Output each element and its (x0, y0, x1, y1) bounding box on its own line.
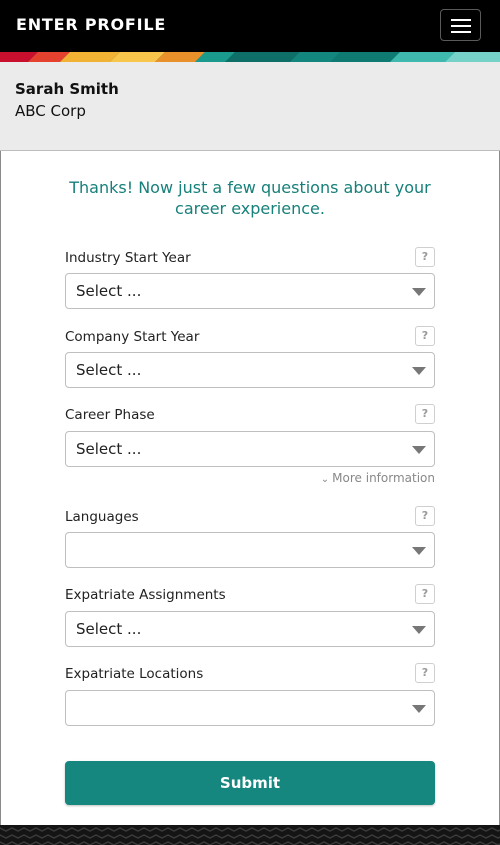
submit-button[interactable]: Submit (65, 761, 435, 805)
footer-pattern (0, 825, 500, 845)
help-icon[interactable]: ? (415, 247, 435, 267)
page-title: ENTER PROFILE (16, 15, 167, 34)
industry-start-year-label: Industry Start Year (65, 250, 191, 266)
help-icon[interactable]: ? (415, 584, 435, 604)
decorative-color-stripe (0, 52, 500, 62)
help-icon[interactable]: ? (415, 506, 435, 526)
industry-start-year-select[interactable]: Select ... (65, 273, 435, 309)
user-name: Sarah Smith (15, 80, 119, 98)
footer-zigzag-line (0, 834, 500, 839)
dropdown-arrow-icon (412, 446, 426, 454)
profile-summary: Sarah Smith ABC Corp (0, 62, 500, 151)
help-icon[interactable]: ? (415, 326, 435, 346)
expatriate-assignments-select[interactable]: Select ... (65, 611, 435, 647)
select-value: Select ... (76, 282, 142, 300)
company-name: ABC Corp (15, 102, 86, 120)
dropdown-arrow-icon (412, 547, 426, 555)
chevron-down-icon: ⌄ (320, 474, 330, 485)
intro-message: Thanks! Now just a few questions about y… (69, 178, 431, 218)
help-icon[interactable]: ? (415, 663, 435, 683)
languages-label: Languages (65, 509, 139, 525)
dropdown-arrow-icon (412, 367, 426, 375)
company-start-year-select[interactable]: Select ... (65, 352, 435, 388)
expatriate-locations-label: Expatriate Locations (65, 666, 204, 682)
languages-select[interactable] (65, 532, 435, 568)
career-phase-label: Career Phase (65, 407, 155, 423)
more-information-label: More information (332, 471, 435, 485)
career-phase-select[interactable]: Select ... (65, 431, 435, 467)
company-start-year-label: Company Start Year (65, 329, 200, 345)
hamburger-menu-icon[interactable] (440, 9, 481, 41)
top-navbar: ENTER PROFILE (0, 0, 500, 52)
help-icon[interactable]: ? (415, 404, 435, 424)
more-information-link[interactable]: ⌄ More information (315, 471, 435, 485)
select-value: Select ... (76, 361, 142, 379)
select-value: Select ... (76, 440, 142, 458)
expatriate-locations-select[interactable] (65, 690, 435, 726)
expatriate-assignments-label: Expatriate Assignments (65, 587, 226, 603)
dropdown-arrow-icon (412, 705, 426, 713)
footer-zigzag-line (0, 827, 500, 832)
dropdown-arrow-icon (412, 626, 426, 634)
dropdown-arrow-icon (412, 288, 426, 296)
select-value: Select ... (76, 620, 142, 638)
